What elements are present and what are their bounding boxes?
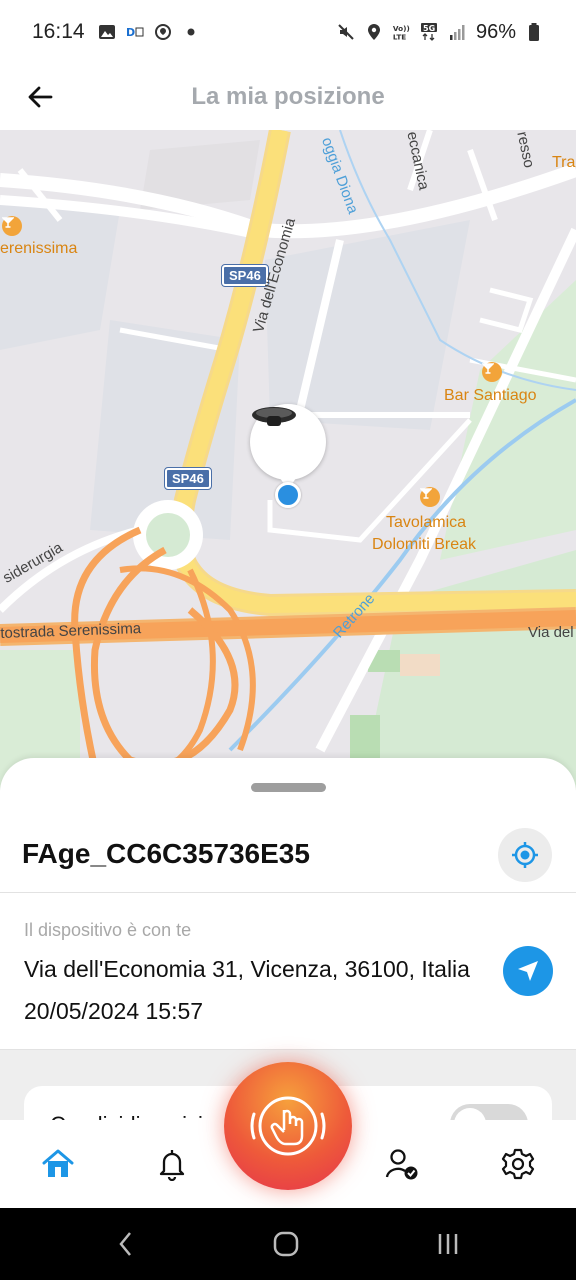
device-marker[interactable] xyxy=(250,404,326,490)
road-shield-sp46: SP46 xyxy=(221,264,269,287)
device-status: Il dispositivo è con te xyxy=(24,920,192,940)
map-label-serenissima: erenissima xyxy=(0,240,78,257)
nav-notifications[interactable] xyxy=(150,1142,194,1186)
device-name: FAge_CC6C35736E35 xyxy=(22,838,310,869)
user-check-icon xyxy=(385,1149,418,1180)
svg-text:LTE: LTE xyxy=(393,32,406,41)
system-recents-button[interactable] xyxy=(428,1228,468,1260)
map-label-dolomiti-break: Dolomiti Break xyxy=(372,536,477,553)
navigation-arrow-icon xyxy=(518,961,538,981)
signal-icon xyxy=(448,22,468,42)
system-back-button[interactable] xyxy=(106,1228,146,1260)
cocktail-icon xyxy=(482,362,502,382)
status-time: 16:14 xyxy=(32,20,85,43)
map-label-tra: Tra xyxy=(552,154,576,171)
nav-home[interactable] xyxy=(36,1142,80,1186)
status-bar: 16:14 D Vo)) LTE 5G 96% xyxy=(0,0,576,64)
cocktail-icon xyxy=(420,487,440,507)
cocktail-icon xyxy=(2,216,22,236)
home-icon xyxy=(42,1149,74,1177)
5g-icon: 5G xyxy=(420,22,440,42)
app-header: La mia posizione xyxy=(0,64,576,130)
home-outline-icon xyxy=(273,1231,299,1257)
share-location-toggle[interactable] xyxy=(450,1104,528,1120)
map-view[interactable]: erenissima SP46 SP46 Via dell'Economia o… xyxy=(0,130,576,790)
shield-icon xyxy=(153,22,173,42)
map-label-tavolamica: Tavolamica xyxy=(386,514,467,531)
arrow-left-icon xyxy=(28,86,53,108)
dot-icon xyxy=(181,22,201,42)
device-address: Via dell'Economia 31, Vicenza, 36100, It… xyxy=(24,956,470,982)
sos-tap-icon xyxy=(250,1096,326,1156)
location-icon xyxy=(364,22,384,42)
crosshair-icon xyxy=(512,842,538,868)
mute-icon xyxy=(336,22,356,42)
divider xyxy=(0,892,576,893)
location-dot xyxy=(275,482,301,508)
drag-handle[interactable] xyxy=(251,783,326,792)
wristband-icon xyxy=(252,407,296,426)
svg-text:D: D xyxy=(126,26,135,39)
locate-button[interactable] xyxy=(498,828,552,882)
navigate-button[interactable] xyxy=(503,946,553,996)
volte-icon: Vo)) LTE xyxy=(392,22,412,42)
nav-contacts[interactable] xyxy=(380,1142,424,1186)
system-nav-bar xyxy=(0,1208,576,1280)
page-title: La mia posizione xyxy=(191,83,385,110)
battery-icon xyxy=(524,22,544,42)
last-update-timestamp: 20/05/2024 15:57 xyxy=(24,998,204,1024)
back-button[interactable] xyxy=(0,64,80,130)
recents-icon xyxy=(438,1234,458,1254)
share-location-label: Condividi posizione xyxy=(50,1112,240,1120)
gallery-icon xyxy=(97,22,117,42)
chevron-left-icon xyxy=(119,1232,131,1256)
sos-button[interactable] xyxy=(224,1062,352,1190)
system-home-button[interactable] xyxy=(266,1228,306,1260)
road-shield-sp46: SP46 xyxy=(164,467,212,490)
map-label-bar-santiago: Bar Santiago xyxy=(444,387,537,404)
gear-icon xyxy=(501,1148,535,1180)
battery-percentage: 96% xyxy=(475,20,516,43)
bell-icon xyxy=(159,1150,185,1181)
map-label-via-del: Via del xyxy=(528,624,574,641)
nav-settings[interactable] xyxy=(496,1142,540,1186)
svg-text:5G: 5G xyxy=(423,24,435,33)
app-icon: D xyxy=(125,22,145,42)
